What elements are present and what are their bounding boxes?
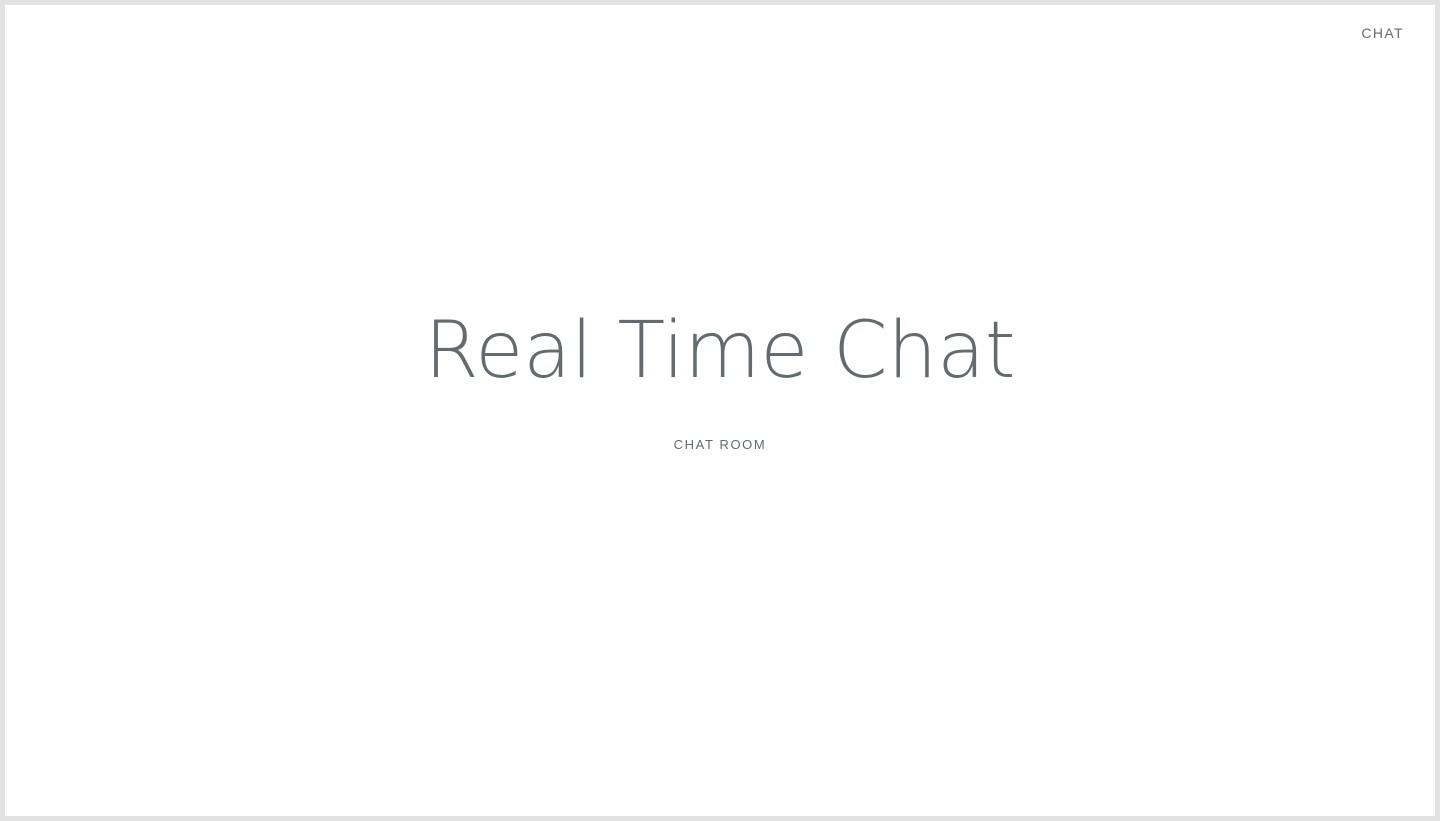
- main-content: Real Time Chat CHAT ROOM: [5, 5, 1435, 816]
- page-frame: CHAT Real Time Chat CHAT ROOM: [5, 5, 1435, 816]
- chat-room-link[interactable]: CHAT ROOM: [674, 437, 767, 452]
- page-title: Real Time Chat: [424, 305, 1016, 396]
- links-row: CHAT ROOM: [674, 436, 767, 454]
